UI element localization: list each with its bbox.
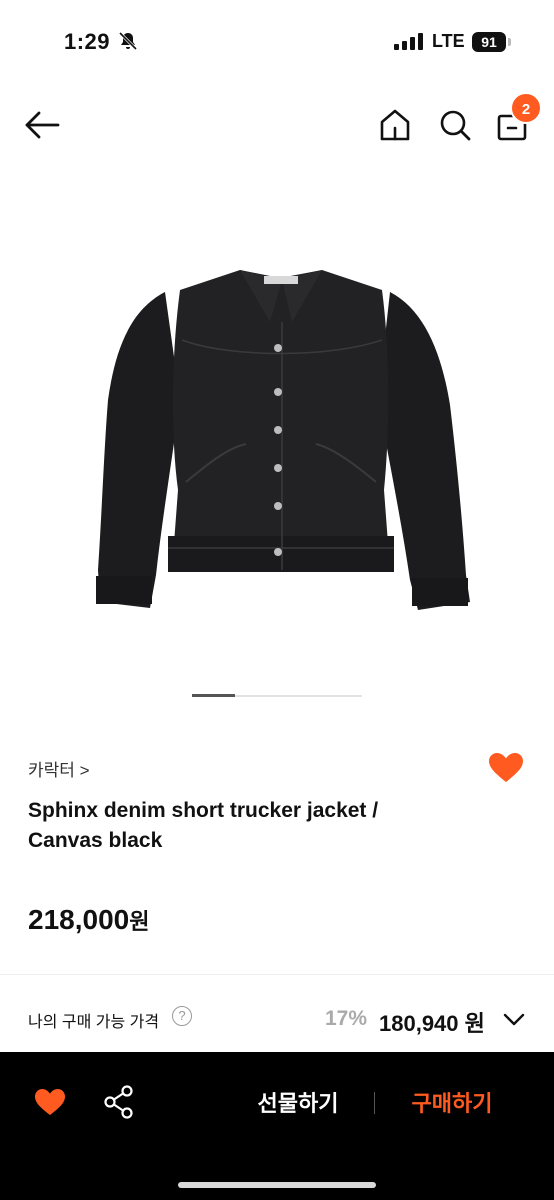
search-icon[interactable] — [438, 108, 472, 142]
bottom-divider — [374, 1092, 375, 1114]
bell-muted-icon — [118, 31, 138, 51]
product-price: 218,000원 — [28, 904, 149, 936]
share-icon[interactable] — [104, 1085, 134, 1119]
home-icon[interactable] — [378, 108, 412, 142]
chevron-down-icon[interactable] — [502, 1010, 526, 1028]
status-bar: 1:29 LTE 91 — [0, 0, 554, 84]
help-icon[interactable]: ? — [172, 1006, 192, 1026]
battery-level: 91 — [472, 32, 506, 52]
signal-icon — [394, 33, 423, 50]
heart-icon[interactable] — [34, 1088, 66, 1116]
product-image[interactable] — [60, 230, 500, 650]
product-title: Sphinx denim short trucker jacket / Canv… — [28, 799, 379, 852]
divider — [0, 974, 554, 975]
my-price-label: 나의 구매 가능 가격 — [28, 1014, 160, 1031]
cart-badge: 2 — [510, 92, 542, 124]
status-time: 1:29 — [64, 29, 111, 54]
battery-icon: 91 — [472, 32, 512, 52]
buy-button[interactable]: 구매하기 — [394, 1086, 510, 1122]
bottom-action-bar: 선물하기 구매하기 — [0, 1052, 554, 1200]
price-value: 218,000 — [28, 904, 130, 935]
battery-cap — [508, 38, 511, 46]
gift-button[interactable]: 선물하기 — [240, 1086, 356, 1122]
carousel-indicator — [192, 694, 235, 697]
brand-link[interactable]: 카락터 > — [28, 756, 90, 781]
price-currency: 원 — [129, 909, 150, 934]
nav-bar: 2 — [0, 84, 554, 168]
like-heart-icon[interactable] — [488, 752, 524, 784]
carousel-track — [192, 694, 362, 697]
home-indicator[interactable] — [178, 1182, 376, 1188]
my-price-value: 180,940 원 — [379, 1011, 485, 1036]
back-icon[interactable] — [24, 110, 60, 140]
network-label: LTE — [432, 31, 465, 51]
discount-rate: 17% — [325, 1007, 368, 1030]
